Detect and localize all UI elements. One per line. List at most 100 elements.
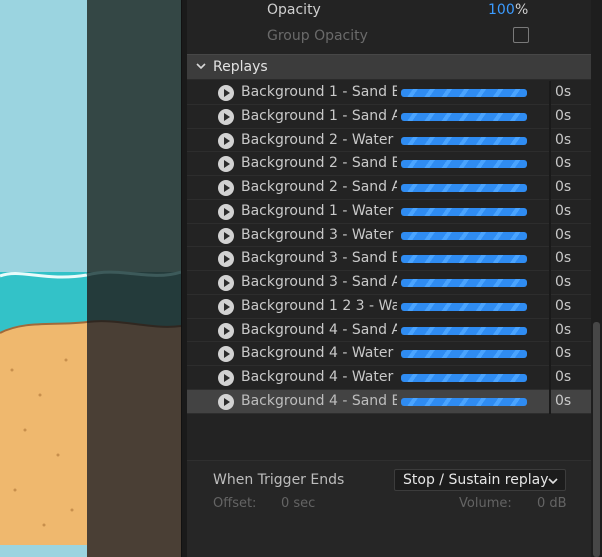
play-icon[interactable]: [218, 298, 234, 315]
play-icon[interactable]: [218, 370, 234, 387]
replay-name: Background 3 - Water P...: [241, 226, 397, 243]
replay-row-main[interactable]: Background 4 - Sand Ab...: [187, 319, 549, 343]
play-icon[interactable]: [218, 180, 234, 197]
replay-name: Background 1 - Sand Ab...: [241, 107, 397, 124]
replays-section-title: Replays: [213, 59, 268, 75]
replay-duration: 0s: [555, 274, 572, 291]
replay-row[interactable]: Background 1 - Sand Ab... 0s: [187, 104, 591, 129]
replay-row[interactable]: Background 3 - Sand Ab... 0s: [187, 271, 591, 295]
replay-row[interactable]: Background 4 - Water B... 0s: [187, 342, 591, 367]
replay-progress-bar: [401, 89, 527, 97]
trigger-ends-dropdown[interactable]: Stop / Sustain replay: [394, 469, 566, 491]
replay-row-main[interactable]: Background 4 - Water: [187, 366, 549, 390]
replay-name: Background 2 - Sand Ab...: [241, 179, 397, 196]
replay-row[interactable]: Background 1 - Water P... 0s: [187, 199, 591, 224]
replay-progress-bar: [401, 207, 527, 216]
play-icon[interactable]: [218, 85, 234, 101]
replay-name: Background 3 - Sand Be...: [241, 250, 397, 267]
replay-duration: 0s: [555, 250, 572, 267]
replay-progress-bar: [401, 302, 527, 311]
replay-row[interactable]: Background 2 - Sand Be... 0s: [187, 152, 591, 177]
replay-row-main[interactable]: Background 3 - Sand Ab...: [187, 271, 549, 295]
replay-progress-bar: [401, 184, 527, 193]
replay-duration-cell: 0s: [551, 390, 591, 414]
replay-row-main[interactable]: Background 1 - Water P...: [187, 200, 549, 224]
replay-duration-cell: 0s: [551, 271, 591, 295]
play-icon[interactable]: [218, 251, 234, 268]
replay-row[interactable]: Background 4 - Sand Be... 0s: [187, 389, 591, 414]
play-icon[interactable]: [218, 393, 234, 410]
replay-duration: 0s: [555, 392, 572, 409]
replay-row-main[interactable]: Background 2 - Water P...: [187, 129, 549, 153]
replay-progress-bar: [401, 136, 527, 145]
chevron-down-icon: [548, 478, 558, 485]
replays-section-header[interactable]: Replays: [187, 54, 591, 80]
replay-name: Background 4 - Water B...: [241, 345, 397, 362]
replay-progress-bar: [401, 231, 527, 240]
play-icon[interactable]: [218, 275, 234, 292]
trigger-ends-label: When Trigger Ends: [213, 472, 345, 488]
properties-panel: Opacity 100 % Group Opacity Replays Back…: [187, 0, 602, 557]
replay-progress-bar: [401, 160, 527, 169]
scrollbar-thumb[interactable]: [593, 322, 600, 557]
play-icon[interactable]: [218, 346, 234, 363]
chevron-down-icon[interactable]: [195, 60, 207, 72]
replay-row-main[interactable]: Background 1 - Sand Ab...: [187, 105, 549, 129]
beach-scene-artwork: [0, 0, 181, 557]
play-icon[interactable]: [218, 203, 234, 220]
replay-name: Background 2 - Water P...: [241, 131, 397, 148]
play-icon[interactable]: [218, 108, 234, 125]
replay-progress-bar: [401, 397, 527, 406]
play-icon[interactable]: [218, 322, 234, 339]
replay-duration-cell: 0s: [551, 176, 591, 200]
replay-row-main[interactable]: Background 2 - Sand Be...: [187, 152, 549, 177]
replay-duration-cell: 0s: [551, 200, 591, 224]
replay-row[interactable]: Background 2 - Water P... 0s: [187, 128, 591, 153]
stage-canvas[interactable]: [0, 0, 181, 557]
replay-duration-cell: 0s: [551, 366, 591, 390]
replay-name: Background 2 - Sand Be...: [241, 155, 397, 172]
replay-duration-cell: 0s: [551, 295, 591, 319]
replay-duration: 0s: [555, 107, 572, 124]
replay-duration-cell: 0s: [551, 247, 591, 272]
replay-row-main[interactable]: Background 4 - Water B...: [187, 342, 549, 367]
panel-scrollbar[interactable]: [591, 0, 602, 557]
replay-row[interactable]: Background 3 - Sand Be... 0s: [187, 247, 591, 272]
replay-progress-bar: [401, 112, 527, 121]
group-opacity-label: Group Opacity: [267, 28, 368, 44]
replay-progress-bar: [401, 279, 527, 288]
replay-name: Background 4 - Sand Be...: [241, 392, 397, 409]
play-icon[interactable]: [218, 132, 234, 149]
replay-row-main[interactable]: Background 1 2 3 - Wate...: [187, 295, 549, 319]
replay-duration: 0s: [555, 297, 572, 314]
replay-duration-cell: 0s: [551, 319, 591, 343]
volume-value: 0 dB: [537, 496, 567, 511]
replay-row[interactable]: Background 1 2 3 - Wate... 0s: [187, 294, 591, 319]
play-icon[interactable]: [218, 156, 234, 173]
replay-row[interactable]: Background 4 - Water 0s: [187, 366, 591, 390]
opacity-unit: %: [515, 2, 529, 18]
replay-duration: 0s: [555, 345, 572, 362]
replay-row-main[interactable]: Background 1 - Sand Be...: [187, 81, 549, 105]
replay-duration: 0s: [555, 84, 572, 100]
opacity-value-field[interactable]: 100: [488, 2, 515, 18]
replay-row[interactable]: Background 2 - Sand Ab... 0s: [187, 176, 591, 200]
replay-row-main[interactable]: Background 2 - Sand Ab...: [187, 176, 549, 200]
opacity-label: Opacity: [267, 2, 321, 18]
replay-row-main[interactable]: Background 3 - Water P...: [187, 224, 549, 248]
replay-duration: 0s: [555, 369, 572, 386]
offset-label: Offset:: [213, 496, 257, 511]
group-opacity-checkbox[interactable]: [513, 27, 529, 43]
replay-row-main[interactable]: Background 4 - Sand Be...: [187, 390, 549, 414]
replay-name: Background 1 - Water P...: [241, 202, 397, 219]
replay-row-main[interactable]: Background 3 - Sand Be...: [187, 247, 549, 272]
replay-name: Background 1 2 3 - Wate...: [241, 297, 397, 314]
replay-row[interactable]: Background 1 - Sand Be... 0s: [187, 81, 591, 105]
replay-name: Background 1 - Sand Be...: [241, 84, 397, 100]
replay-row[interactable]: Background 4 - Sand Ab... 0s: [187, 318, 591, 343]
replay-list: Background 1 - Sand Be...0sBackground 1 …: [187, 81, 591, 414]
replay-progress-bar: [401, 255, 527, 264]
play-icon[interactable]: [218, 227, 234, 244]
replay-name: Background 4 - Sand Ab...: [241, 321, 397, 338]
replay-row[interactable]: Background 3 - Water P... 0s: [187, 223, 591, 248]
